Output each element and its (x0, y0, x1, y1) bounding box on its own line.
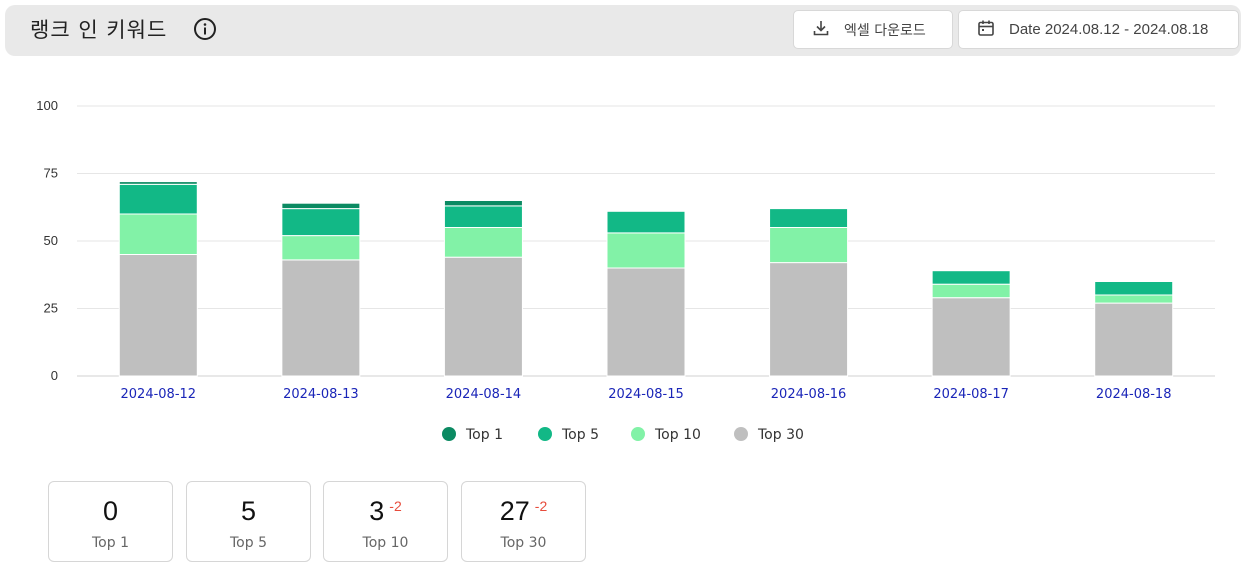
x-tick-label: 2024-08-12 (121, 387, 197, 402)
bar-segment[interactable] (118, 213, 198, 255)
y-tick-label: 0 (51, 368, 58, 383)
bar-segment[interactable] (1094, 294, 1174, 304)
bar-segment[interactable] (606, 232, 686, 269)
legend-label: Top 30 (757, 427, 804, 443)
legend-marker (538, 427, 552, 441)
bar-segment[interactable] (606, 267, 686, 377)
x-tick-label: 2024-08-15 (608, 387, 684, 402)
bar-segment[interactable] (118, 183, 198, 215)
x-tick-label: 2024-08-14 (446, 387, 522, 402)
x-tick-label: 2024-08-18 (1096, 387, 1172, 402)
bar-segment[interactable] (281, 235, 361, 261)
bar-segment[interactable] (769, 208, 849, 229)
legend-label: Top 10 (654, 427, 701, 443)
legend-marker (631, 427, 645, 441)
legend-marker (442, 427, 456, 441)
bar-segment[interactable] (443, 205, 523, 229)
date-range-button[interactable]: Date 2024.08.12 - 2024.08.18 (958, 10, 1239, 49)
bar-segment[interactable] (931, 297, 1011, 377)
bar-segment[interactable] (931, 283, 1011, 299)
bar-segment[interactable] (118, 181, 198, 185)
y-tick-label: 100 (36, 98, 58, 113)
bar-segment[interactable] (443, 200, 523, 207)
bar-segment[interactable] (606, 210, 686, 234)
stat-label: Top 30 (500, 535, 547, 551)
download-icon (812, 19, 830, 41)
stat-value: 5 (240, 496, 257, 526)
stat-card: 5 Top 5 (186, 481, 311, 562)
x-tick-label: 2024-08-16 (771, 387, 847, 402)
stat-value: 27 (499, 496, 530, 526)
y-tick-label: 75 (44, 166, 58, 181)
bar-segment[interactable] (1094, 302, 1174, 377)
excel-download-label: 엑셀 다운로드 (844, 22, 926, 39)
excel-download-button[interactable]: 엑셀 다운로드 (793, 10, 953, 49)
bar-segment[interactable] (281, 208, 361, 237)
stat-delta: -2 (534, 498, 548, 514)
info-icon[interactable] (193, 17, 217, 41)
bar-segment[interactable] (931, 270, 1011, 285)
stat-value-row: 5 (187, 496, 310, 527)
stat-card: 3 -2 Top 10 (323, 481, 448, 562)
stat-card: 0 Top 1 (48, 481, 173, 562)
bar-segment[interactable] (118, 254, 198, 377)
legend-label: Top 1 (465, 427, 503, 443)
y-tick-label: 25 (44, 301, 58, 316)
date-range-label: Date 2024.08.12 - 2024.08.18 (1009, 21, 1209, 38)
page-title: 랭크 인 키워드 (30, 18, 168, 42)
bar-segment[interactable] (443, 256, 523, 377)
stat-value: 3 (369, 496, 385, 526)
rank-in-keyword-chart: 0 25 50 75 100 2024-08-12 2024-08-13 2024-08-14… (0, 80, 1241, 460)
bar-segment[interactable] (769, 227, 849, 264)
stat-label: Top 1 (92, 535, 129, 551)
legend-label: Top 5 (561, 427, 599, 443)
stat-value-row: 0 (49, 496, 172, 527)
calendar-icon (977, 19, 995, 41)
bar-segment[interactable] (281, 202, 361, 210)
stat-value-row: 27 -2 (462, 496, 585, 527)
x-tick-label: 2024-08-13 (283, 387, 359, 402)
stat-card: 27 -2 Top 30 (461, 481, 586, 562)
bar-segment[interactable] (1094, 281, 1174, 296)
bar-segment[interactable] (443, 227, 523, 258)
bar-segment[interactable] (281, 259, 361, 377)
bar-segment[interactable] (769, 262, 849, 377)
y-tick-label: 50 (44, 233, 58, 248)
stat-label: Top 5 (230, 535, 267, 551)
stat-delta: -2 (389, 498, 402, 514)
stat-label: Top 10 (362, 535, 409, 551)
chart-svg: 0 25 50 75 100 2024-08-12 2024-08-13 2024-08-14… (36, 98, 1215, 443)
x-tick-label: 2024-08-17 (933, 387, 1009, 402)
stat-value-row: 3 -2 (324, 496, 447, 527)
stat-value: 0 (102, 496, 119, 526)
legend-marker (734, 427, 748, 441)
